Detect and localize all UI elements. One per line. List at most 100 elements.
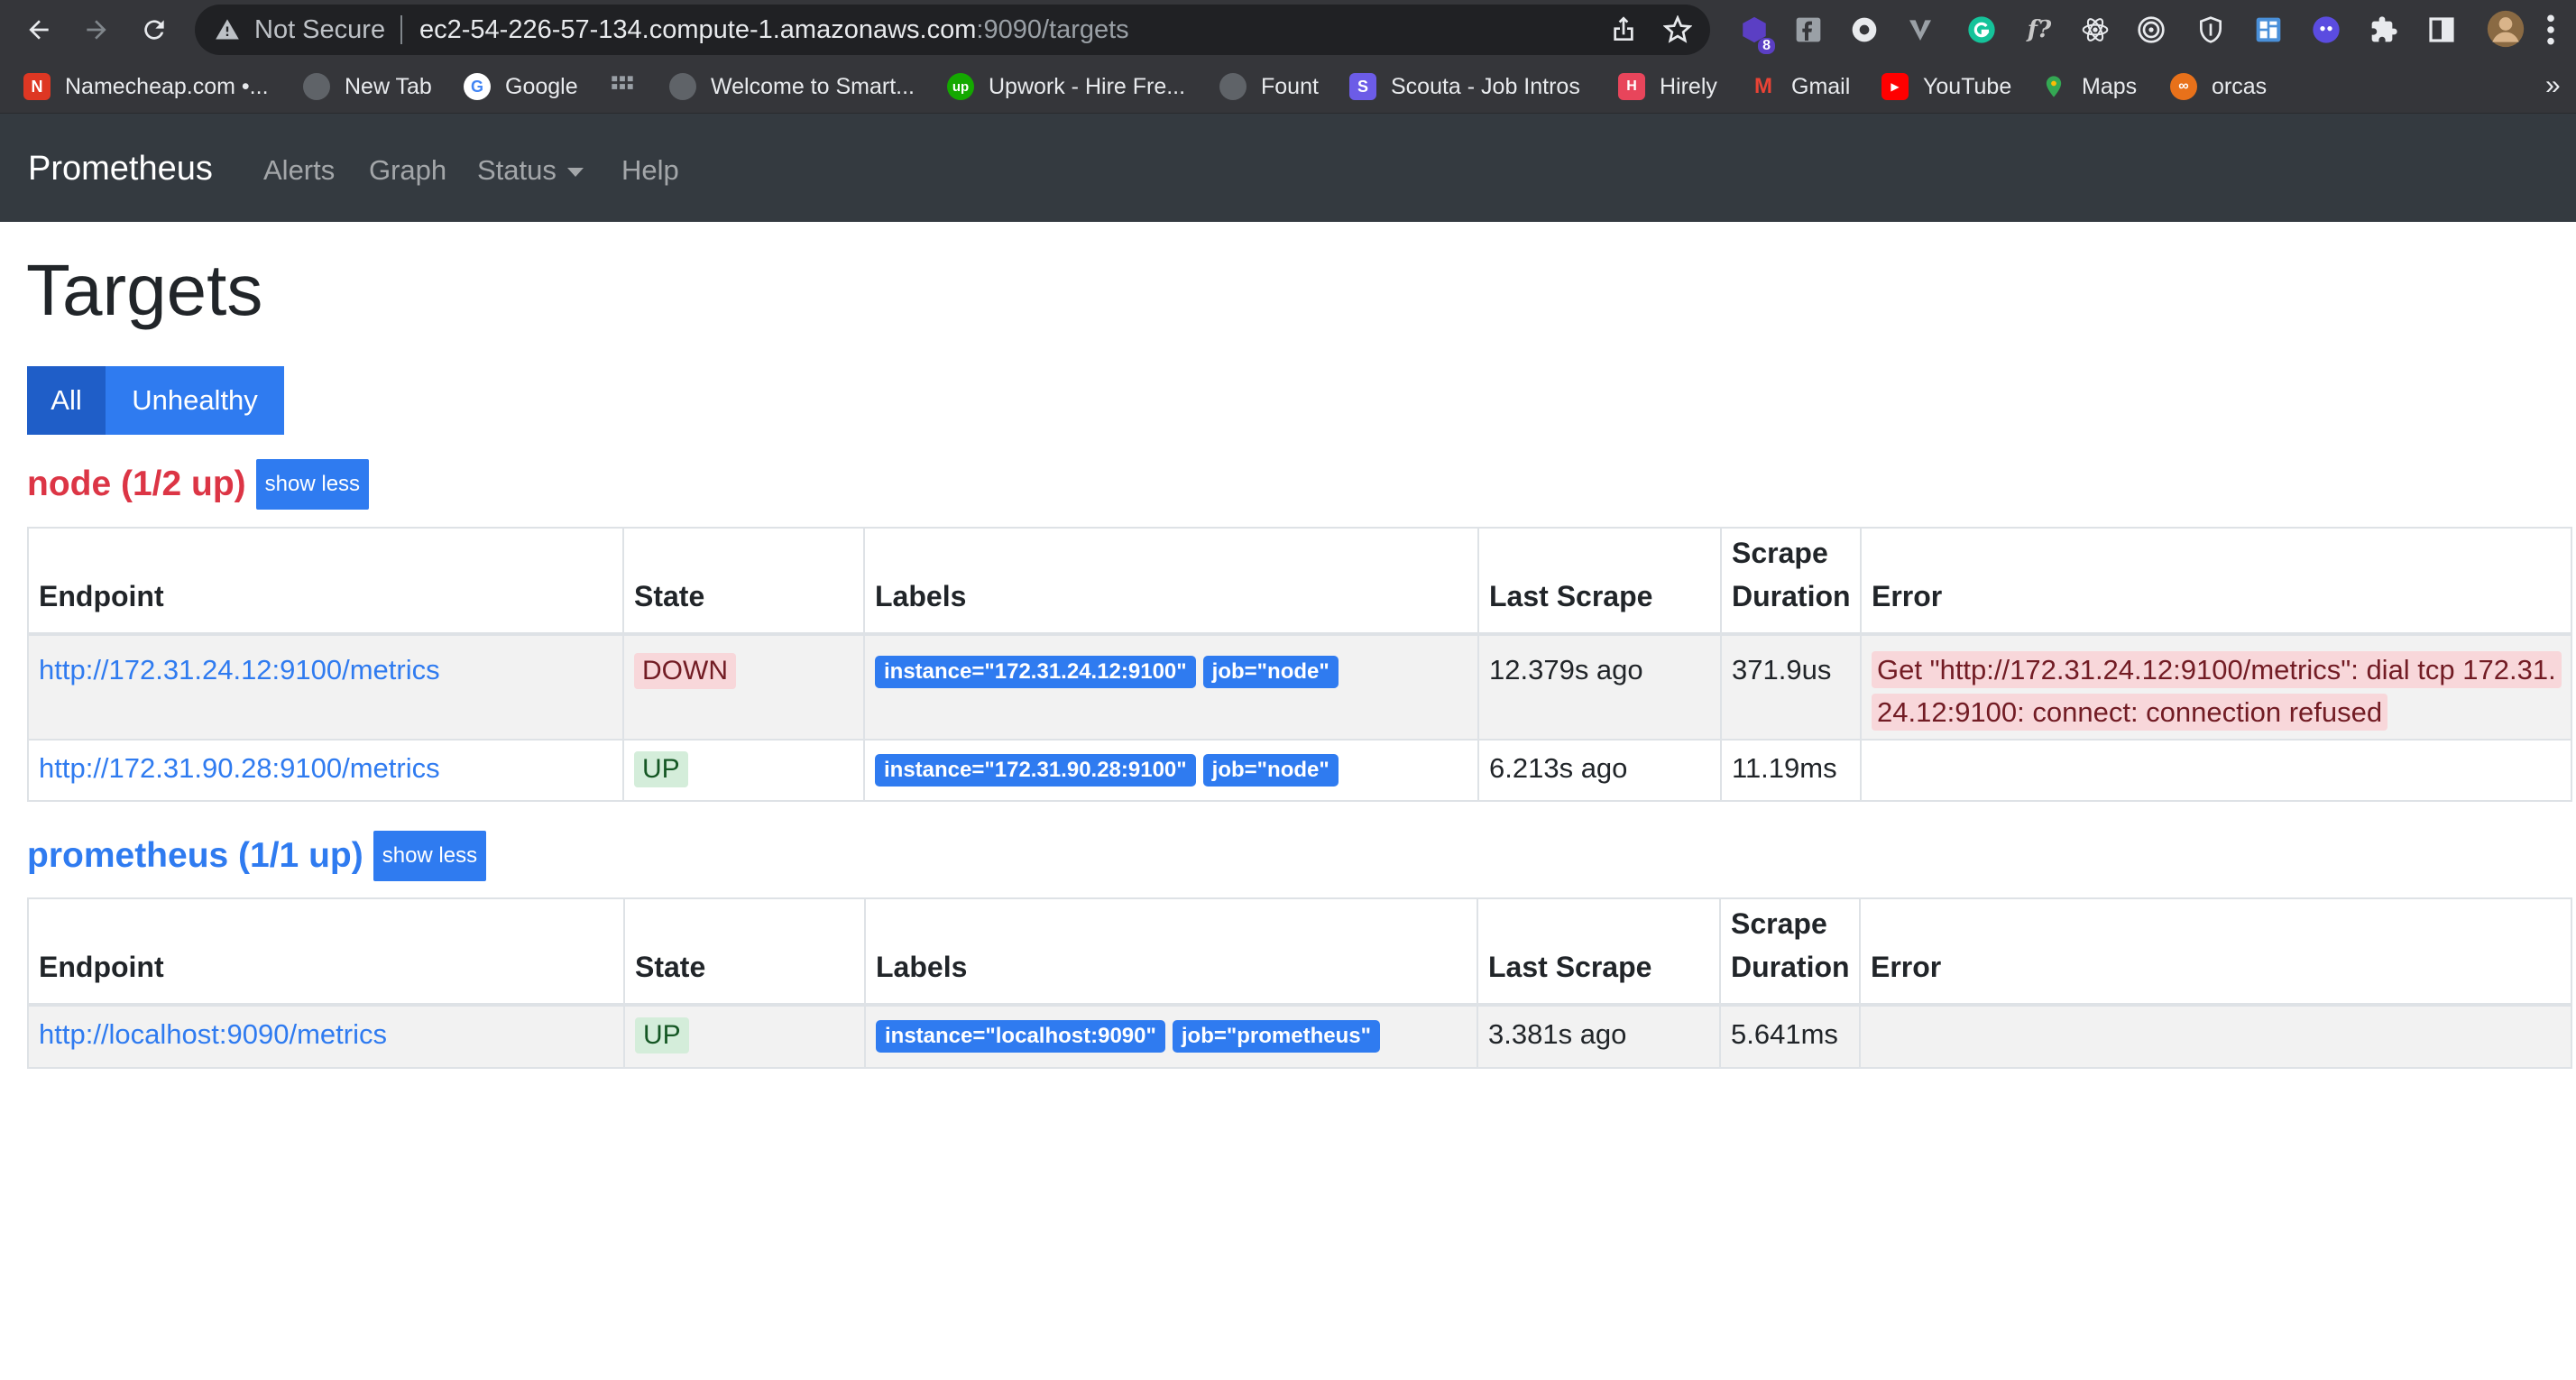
column-header-endpoint: Endpoint — [27, 897, 625, 1007]
v-extension-icon[interactable] — [1905, 14, 1936, 45]
scrape-duration-cell: 11.19ms — [1720, 739, 1862, 802]
endpoint-link[interactable]: http://172.31.24.12:9100/metrics — [39, 654, 440, 685]
table-header-row: Endpoint State Labels Last Scrape Scrape… — [27, 527, 2572, 636]
column-header-error: Error — [1859, 897, 2572, 1007]
state-badge: UP — [635, 1017, 689, 1053]
nav-graph[interactable]: Graph — [369, 154, 446, 187]
bookmark-label: YouTube — [1923, 73, 2012, 99]
bookmark-label: Upwork - Hire Fre... — [989, 73, 1186, 99]
column-header-scrape-duration: Scrape Duration — [1719, 897, 1861, 1007]
address-divider — [400, 15, 402, 44]
bookmark-label: Scouta - Job Intros — [1391, 73, 1580, 99]
puzzle-extensions-icon[interactable] — [2369, 14, 2399, 45]
profile-avatar-icon[interactable] — [2486, 9, 2525, 49]
bookmark-maps[interactable]: Maps — [2040, 70, 2137, 103]
job-header-node: node (1/2 up) show less — [27, 458, 370, 511]
endpoint-link[interactable]: http://172.31.90.28:9100/metrics — [39, 752, 440, 784]
grid-extension-icon[interactable] — [2253, 14, 2284, 45]
page-title: Targets — [26, 250, 263, 330]
bookmark-label: Google — [505, 73, 578, 99]
state-cell: UP — [622, 739, 865, 802]
bot-extension-icon[interactable] — [2311, 14, 2341, 45]
last-scrape-cell: 12.379s ago — [1477, 633, 1722, 741]
react-extension-icon[interactable] — [2080, 14, 2111, 45]
bookmark-namecheap[interactable]: N Namecheap.com •... — [23, 70, 269, 103]
shield-extension-icon[interactable] — [2195, 14, 2226, 45]
back-button[interactable] — [18, 9, 60, 51]
facebook-extension-icon[interactable] — [1793, 14, 1824, 45]
upwork-icon: up — [947, 73, 974, 100]
column-header-error: Error — [1860, 527, 2572, 636]
circle-extension-icon[interactable] — [1849, 14, 1880, 45]
state-badge: UP — [634, 751, 688, 787]
job-header-prometheus: prometheus (1/1 up) show less — [27, 830, 487, 882]
bookmark-star-icon[interactable] — [1663, 15, 1692, 44]
error-cell: Get "http://172.31.24.12:9100/metrics": … — [1860, 633, 2572, 741]
bookmark-youtube[interactable]: ▶ YouTube — [1881, 70, 2011, 103]
bookmark-label: Hirely — [1660, 73, 1717, 99]
filter-button-group: All Unhealthy — [27, 366, 284, 435]
url-text[interactable]: ec2-54-226-57-134.compute-1.amazonaws.co… — [419, 15, 1129, 45]
bookmark-gmail[interactable]: M Gmail — [1750, 70, 1850, 103]
bookmark-label: Namecheap.com •... — [65, 73, 269, 99]
security-indicator[interactable]: Not Secure — [254, 15, 385, 45]
scouta-icon: S — [1349, 73, 1376, 100]
forward-button[interactable] — [76, 9, 117, 51]
nav-status-dropdown[interactable]: Status — [477, 154, 584, 187]
show-less-button[interactable]: show less — [255, 459, 370, 510]
column-header-last-scrape: Last Scrape — [1477, 897, 1721, 1007]
bookmark-hirely[interactable]: H Hirely — [1618, 70, 1717, 103]
grammarly-extension-icon[interactable] — [1966, 14, 1997, 45]
job-title[interactable]: node (1/2 up) — [27, 465, 246, 504]
bookmark-fount[interactable]: Fount — [1219, 70, 1319, 103]
extension-icon-badge[interactable]: 8 — [1739, 14, 1775, 54]
filter-all-button[interactable]: All — [27, 366, 106, 435]
bookmark-scouta[interactable]: S Scouta - Job Intros — [1349, 70, 1580, 103]
error-cell — [1859, 1004, 2572, 1069]
job-title[interactable]: prometheus (1/1 up) — [27, 836, 363, 876]
endpoint-link[interactable]: http://localhost:9090/metrics — [39, 1018, 387, 1050]
column-header-labels: Labels — [864, 897, 1478, 1007]
column-header-state: State — [623, 897, 866, 1007]
state-badge: DOWN — [634, 653, 736, 689]
nav-status-label: Status — [477, 154, 557, 186]
nav-help[interactable]: Help — [621, 154, 679, 187]
endpoint-cell: http://172.31.24.12:9100/metrics — [27, 633, 624, 741]
address-bar[interactable]: Not Secure ec2-54-226-57-134.compute-1.a… — [195, 5, 1710, 55]
brand-logo[interactable]: Prometheus — [28, 150, 213, 189]
show-less-button[interactable]: show less — [373, 831, 487, 881]
table-row: http://localhost:9090/metrics UP instanc… — [27, 1004, 2572, 1069]
formula-extension-icon[interactable]: f? — [2024, 14, 2055, 45]
bookmark-google[interactable]: G Google — [464, 70, 578, 103]
reload-button[interactable] — [133, 9, 175, 51]
endpoint-cell: http://localhost:9090/metrics — [27, 1004, 625, 1069]
browser-toolbar: Not Secure ec2-54-226-57-134.compute-1.a… — [0, 0, 2576, 60]
bookmark-upwork[interactable]: up Upwork - Hire Fre... — [947, 70, 1185, 103]
filter-unhealthy-button[interactable]: Unhealthy — [106, 366, 284, 435]
labels-cell: instance="localhost:9090" job="prometheus… — [864, 1004, 1478, 1069]
bookmark-welcome-smart[interactable]: Welcome to Smart... — [669, 70, 915, 103]
endpoint-cell: http://172.31.90.28:9100/metrics — [27, 739, 624, 802]
app-navbar: Prometheus Alerts Graph Status Help — [0, 114, 2576, 222]
apps-grid-button[interactable] — [610, 70, 635, 103]
label-badge-instance: instance="localhost:9090" — [876, 1019, 1165, 1053]
nav-alerts[interactable]: Alerts — [263, 154, 335, 187]
table-row: http://172.31.24.12:9100/metrics DOWN in… — [27, 633, 2572, 741]
bookmark-new-tab[interactable]: New Tab — [303, 70, 432, 103]
bookmarks-overflow-button[interactable]: » — [2545, 70, 2561, 101]
namecheap-icon: N — [23, 73, 51, 100]
scrape-duration-cell: 5.641ms — [1719, 1004, 1861, 1069]
scrape-duration-cell: 371.9us — [1720, 633, 1862, 741]
bookmark-label: Fount — [1261, 73, 1319, 99]
hirely-icon: H — [1618, 73, 1645, 100]
more-menu-icon[interactable] — [2544, 13, 2558, 47]
target-extension-icon[interactable] — [2136, 14, 2167, 45]
labels-cell: instance="172.31.90.28:9100" job="node" — [863, 739, 1479, 802]
apps-grid-icon — [612, 76, 633, 89]
bookmark-orcas[interactable]: ∞ orcas — [2170, 70, 2267, 103]
arrow-left-icon — [29, 20, 49, 40]
bookmark-label: Welcome to Smart... — [711, 73, 915, 99]
orcas-icon: ∞ — [2170, 73, 2197, 100]
side-panel-icon[interactable] — [2426, 14, 2457, 45]
share-icon[interactable] — [1609, 15, 1638, 44]
